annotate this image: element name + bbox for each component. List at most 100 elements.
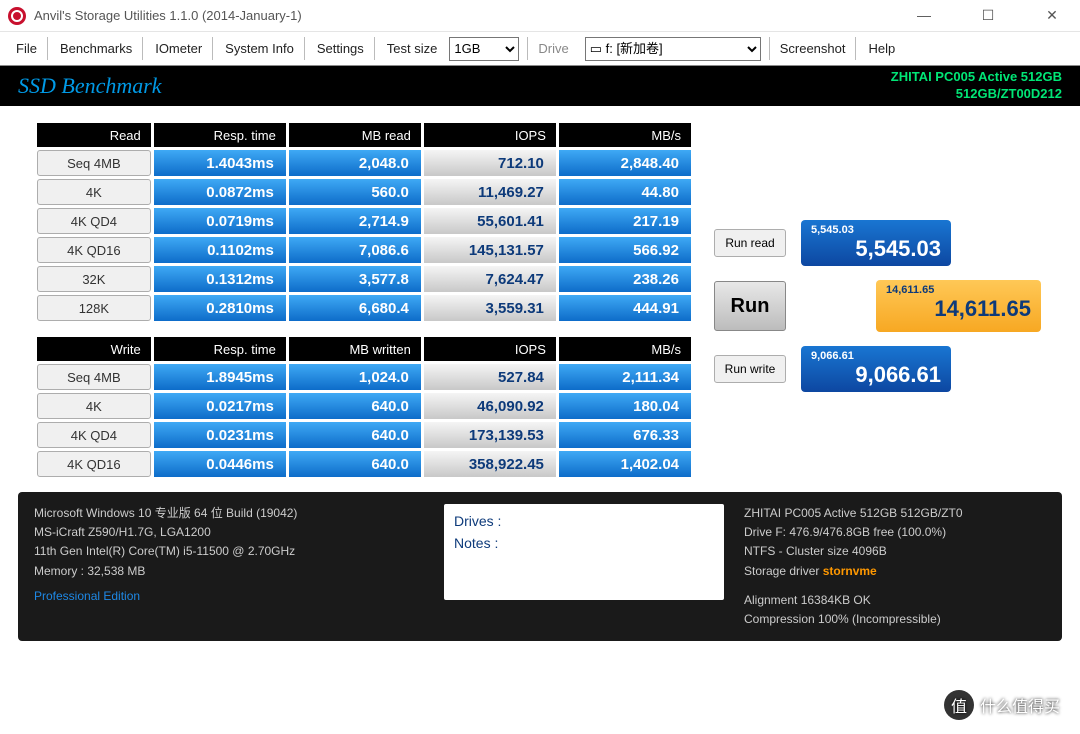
edition-label: Professional Edition <box>34 587 424 606</box>
titlebar: Anvil's Storage Utilities 1.1.0 (2014-Ja… <box>0 0 1080 32</box>
device-line1: ZHITAI PC005 Active 512GB <box>891 69 1062 86</box>
cell-mbs: 180.04 <box>559 393 691 419</box>
cell-rt: 1.4043ms <box>154 150 286 176</box>
window-controls: — ☐ ✕ <box>904 7 1072 24</box>
cell-rt: 0.0217ms <box>154 393 286 419</box>
window-title: Anvil's Storage Utilities 1.1.0 (2014-Ja… <box>34 8 302 23</box>
cell-iops: 11,469.27 <box>424 179 556 205</box>
device-info: ZHITAI PC005 Active 512GB 512GB/ZT00D212 <box>891 69 1062 103</box>
cell-mb: 640.0 <box>289 422 421 448</box>
cell-iops: 3,559.31 <box>424 295 556 321</box>
col-header: Resp. time <box>154 337 286 361</box>
table-row: 32K0.1312ms3,577.87,624.47238.26 <box>37 266 691 292</box>
watermark-icon: 值 <box>944 690 974 720</box>
menu-settings[interactable]: Settings <box>307 37 375 60</box>
read-score: 5,545.03 5,545.03 <box>801 220 951 266</box>
row-label: 4K QD16 <box>37 451 151 477</box>
menu-benchmarks[interactable]: Benchmarks <box>50 37 143 60</box>
cell-iops: 173,139.53 <box>424 422 556 448</box>
write-score: 9,066.61 9,066.61 <box>801 346 951 392</box>
menu-screenshot[interactable]: Screenshot <box>769 37 857 60</box>
run-read-button[interactable]: Run read <box>714 229 786 257</box>
test-size-select[interactable]: 1GB <box>449 37 519 61</box>
col-header: Write <box>37 337 151 361</box>
col-header: MB/s <box>559 337 691 361</box>
menu-iometer[interactable]: IOmeter <box>145 37 213 60</box>
cell-mb: 2,048.0 <box>289 150 421 176</box>
run-button[interactable]: Run <box>714 281 786 331</box>
col-header: IOPS <box>424 337 556 361</box>
row-label: 4K <box>37 393 151 419</box>
cell-mbs: 44.80 <box>559 179 691 205</box>
table-row: 128K0.2810ms6,680.43,559.31444.91 <box>37 295 691 321</box>
maximize-button[interactable]: ☐ <box>968 7 1008 24</box>
cell-iops: 712.10 <box>424 150 556 176</box>
close-button[interactable]: ✕ <box>1032 7 1072 24</box>
content: ReadResp. timeMB readIOPSMB/s Seq 4MB1.4… <box>0 106 1080 490</box>
table-row: 4K0.0217ms640.046,090.92180.04 <box>37 393 691 419</box>
row-label: 128K <box>37 295 151 321</box>
cell-iops: 46,090.92 <box>424 393 556 419</box>
cell-iops: 527.84 <box>424 364 556 390</box>
cell-mbs: 444.91 <box>559 295 691 321</box>
banner: SSD Benchmark ZHITAI PC005 Active 512GB … <box>0 66 1080 106</box>
read-table: ReadResp. timeMB readIOPSMB/s Seq 4MB1.4… <box>34 120 694 324</box>
cell-iops: 358,922.45 <box>424 451 556 477</box>
row-label: 4K <box>37 179 151 205</box>
cell-mbs: 2,111.34 <box>559 364 691 390</box>
col-header: MB/s <box>559 123 691 147</box>
row-label: 4K QD4 <box>37 208 151 234</box>
cell-mb: 640.0 <box>289 451 421 477</box>
cell-mbs: 2,848.40 <box>559 150 691 176</box>
cell-mbs: 238.26 <box>559 266 691 292</box>
app-icon <box>8 7 26 25</box>
cell-mbs: 566.92 <box>559 237 691 263</box>
table-row: 4K QD160.0446ms640.0358,922.451,402.04 <box>37 451 691 477</box>
cell-mbs: 676.33 <box>559 422 691 448</box>
footer: Microsoft Windows 10 专业版 64 位 Build (190… <box>18 492 1062 641</box>
minimize-button[interactable]: — <box>904 7 944 24</box>
cell-rt: 0.1102ms <box>154 237 286 263</box>
system-info: Microsoft Windows 10 专业版 64 位 Build (190… <box>34 504 424 629</box>
notes-box: Drives : Notes : <box>444 504 724 600</box>
drive-label: Drive <box>527 37 578 60</box>
row-label: 4K QD16 <box>37 237 151 263</box>
cell-mb: 7,086.6 <box>289 237 421 263</box>
cell-mb: 6,680.4 <box>289 295 421 321</box>
col-header: Read <box>37 123 151 147</box>
cell-mb: 2,714.9 <box>289 208 421 234</box>
col-header: Resp. time <box>154 123 286 147</box>
cell-mb: 560.0 <box>289 179 421 205</box>
table-row: 4K QD160.1102ms7,086.6145,131.57566.92 <box>37 237 691 263</box>
side-panel: Run read 5,545.03 5,545.03 Run 14,611.65… <box>714 120 1054 480</box>
row-label: 4K QD4 <box>37 422 151 448</box>
cell-mbs: 217.19 <box>559 208 691 234</box>
table-row: Seq 4MB1.8945ms1,024.0527.842,111.34 <box>37 364 691 390</box>
menu-test-size[interactable]: Test size <box>377 37 448 60</box>
row-label: Seq 4MB <box>37 150 151 176</box>
table-row: 4K QD40.0719ms2,714.955,601.41217.19 <box>37 208 691 234</box>
device-line2: 512GB/ZT00D212 <box>891 86 1062 103</box>
tables: ReadResp. timeMB readIOPSMB/s Seq 4MB1.4… <box>34 120 694 480</box>
cell-rt: 0.1312ms <box>154 266 286 292</box>
cell-rt: 1.8945ms <box>154 364 286 390</box>
cell-rt: 0.2810ms <box>154 295 286 321</box>
menu-system-info[interactable]: System Info <box>215 37 305 60</box>
col-header: MB read <box>289 123 421 147</box>
table-row: 4K QD40.0231ms640.0173,139.53676.33 <box>37 422 691 448</box>
total-score: 14,611.65 14,611.65 <box>876 280 1041 332</box>
menu-help[interactable]: Help <box>858 37 905 60</box>
table-row: Seq 4MB1.4043ms2,048.0712.102,848.40 <box>37 150 691 176</box>
cell-mb: 640.0 <box>289 393 421 419</box>
drive-select[interactable]: ▭ f: [新加卷] <box>585 37 761 61</box>
row-label: Seq 4MB <box>37 364 151 390</box>
write-table: WriteResp. timeMB writtenIOPSMB/s Seq 4M… <box>34 334 694 480</box>
cell-mb: 3,577.8 <box>289 266 421 292</box>
col-header: MB written <box>289 337 421 361</box>
cell-mbs: 1,402.04 <box>559 451 691 477</box>
menu-file[interactable]: File <box>6 37 48 60</box>
cell-rt: 0.0872ms <box>154 179 286 205</box>
row-label: 32K <box>37 266 151 292</box>
watermark: 值 什么值得买 <box>944 690 1060 720</box>
run-write-button[interactable]: Run write <box>714 355 786 383</box>
